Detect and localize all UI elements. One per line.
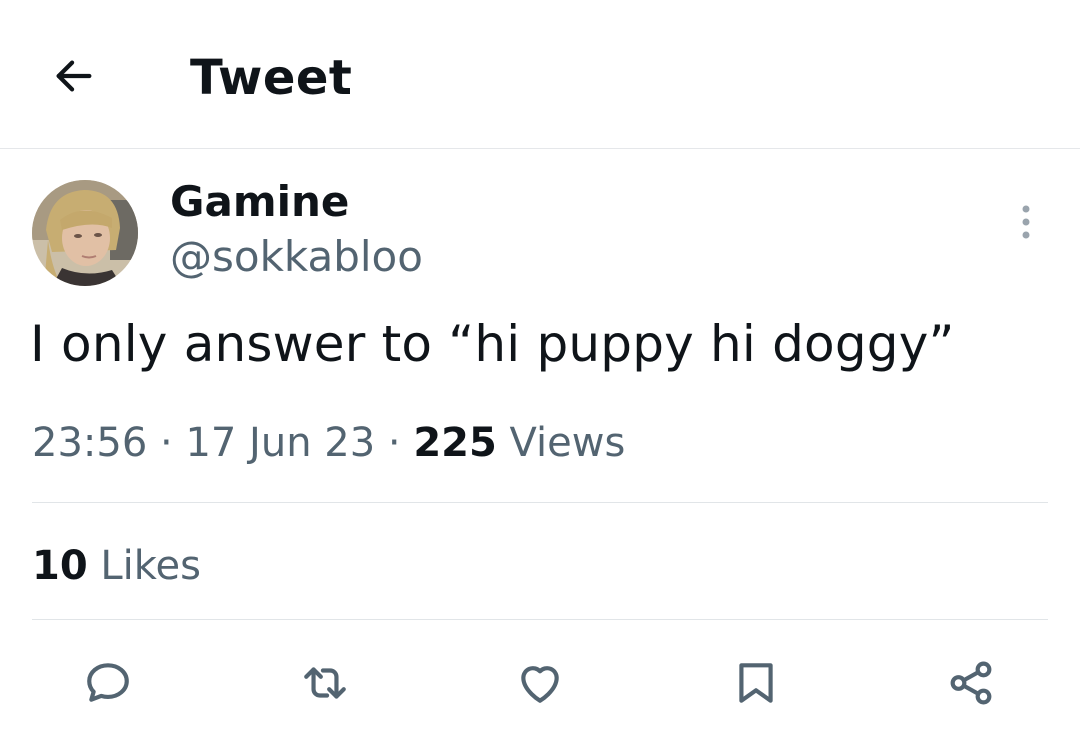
author-name[interactable]: Gamine xyxy=(170,176,349,228)
share-icon xyxy=(950,661,992,705)
views-count: 225 xyxy=(413,420,497,466)
share-button[interactable] xyxy=(943,655,999,711)
divider xyxy=(32,619,1048,620)
top-app-bar: Tweet xyxy=(0,0,1080,149)
tweet-date[interactable]: 17 Jun 23 xyxy=(185,420,375,466)
reply-button[interactable] xyxy=(80,655,136,711)
back-button[interactable] xyxy=(50,52,98,100)
like-button[interactable] xyxy=(512,655,568,711)
avatar[interactable] xyxy=(32,180,138,286)
views-label: Views xyxy=(509,420,626,466)
author-handle[interactable]: @sokkabloo xyxy=(170,231,423,283)
more-options-button[interactable] xyxy=(1008,200,1044,244)
likes-summary[interactable]: 10 Likes xyxy=(32,540,201,592)
tweet-page: Tweet Gamine @sokkabloo I only answer to… xyxy=(0,0,1080,730)
page-title: Tweet xyxy=(190,50,353,106)
tweet-time[interactable]: 23:56 xyxy=(32,420,147,466)
likes-label: Likes xyxy=(100,543,201,589)
tweet-text: I only answer to “hi puppy hi doggy” xyxy=(30,315,955,373)
likes-count: 10 xyxy=(32,543,88,589)
retweet-button[interactable] xyxy=(297,655,353,711)
retweet-icon xyxy=(304,667,346,699)
heart-icon xyxy=(521,666,559,703)
separator: · xyxy=(387,420,401,466)
bookmark-icon xyxy=(739,663,773,703)
divider xyxy=(32,502,1048,503)
arrow-left-icon xyxy=(56,60,92,92)
more-vertical-icon xyxy=(1022,205,1030,239)
tweet-metadata: 23:56 · 17 Jun 23 · 225 Views xyxy=(32,416,625,470)
avatar-image xyxy=(32,180,138,286)
separator: · xyxy=(160,420,173,466)
reply-icon xyxy=(87,663,129,702)
bookmark-button[interactable] xyxy=(728,655,784,711)
